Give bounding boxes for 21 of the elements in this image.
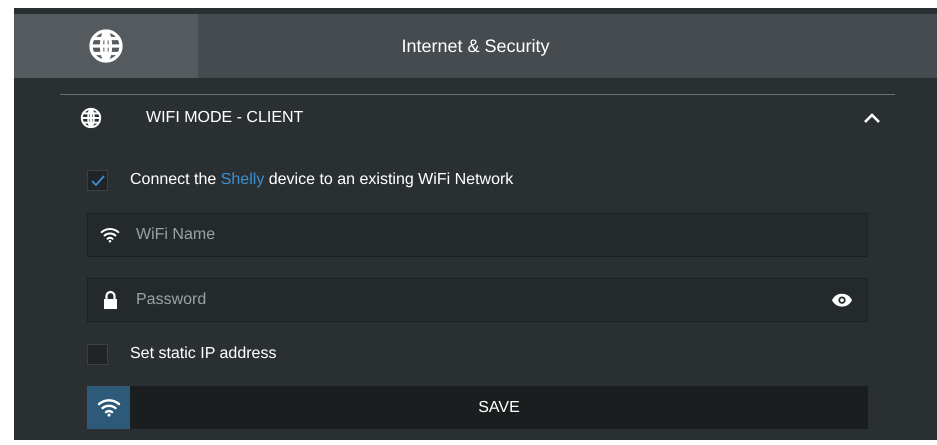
wifi-name-field[interactable]: WiFi Name — [134, 225, 853, 245]
save-button[interactable]: SAVE — [87, 386, 868, 429]
page-title: Internet & Security — [401, 36, 550, 56]
globe-tab[interactable] — [14, 14, 198, 78]
input-field[interactable]: Password — [87, 278, 868, 322]
globe-icon — [80, 107, 102, 129]
checkbox[interactable] — [87, 344, 108, 364]
checkbox-label: Connect the Shelly device to an existing WiFi Network — [130, 171, 514, 189]
checkbox-label: Set static IP address — [130, 345, 276, 363]
globe-icon — [88, 28, 124, 64]
eye-icon[interactable] — [831, 292, 853, 308]
password-field[interactable]: Password — [134, 290, 817, 310]
check-icon — [90, 174, 104, 186]
shelly-link[interactable]: Shelly — [220, 171, 264, 188]
section-title: WIFI MODE - CLIENT — [146, 109, 304, 127]
input-field[interactable]: WiFi Name — [87, 213, 868, 257]
checkbox[interactable] — [87, 170, 108, 190]
collapse-chevron-icon[interactable] — [863, 112, 881, 124]
lock-icon — [102, 290, 118, 310]
wifi-icon — [100, 227, 120, 243]
wifi-icon — [96, 398, 120, 418]
